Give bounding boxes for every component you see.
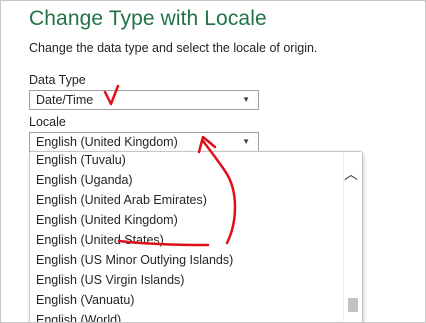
chevron-down-icon: ▼ bbox=[242, 137, 250, 146]
list-item[interactable]: English (Vanuatu) bbox=[30, 290, 342, 310]
dialog-description: Change the data type and select the loca… bbox=[29, 41, 318, 55]
list-item[interactable]: English (World) bbox=[30, 310, 342, 322]
data-type-value: Date/Time bbox=[36, 93, 94, 107]
locale-select[interactable]: English (United Kingdom) ▼ bbox=[29, 132, 259, 152]
dialog-title: Change Type with Locale bbox=[29, 7, 267, 30]
locale-options: English (Tuvalu) English (Uganda) Englis… bbox=[30, 152, 342, 322]
list-item[interactable]: English (Tuvalu) bbox=[30, 152, 342, 170]
list-item[interactable]: English (US Minor Outlying Islands) bbox=[30, 250, 342, 270]
change-type-dialog: Change Type with Locale Change the data … bbox=[0, 0, 426, 323]
chevron-down-icon: ▼ bbox=[242, 95, 250, 104]
scrollbar[interactable]: ︿ bbox=[343, 152, 362, 322]
locale-label: Locale bbox=[29, 115, 66, 129]
scrollbar-thumb[interactable] bbox=[348, 298, 358, 312]
locale-value: English (United Kingdom) bbox=[36, 135, 178, 149]
list-item[interactable]: English (US Virgin Islands) bbox=[30, 270, 342, 290]
locale-dropdown-list: English (Tuvalu) English (Uganda) Englis… bbox=[29, 151, 363, 322]
chevron-up-icon[interactable]: ︿ bbox=[344, 164, 358, 184]
list-item[interactable]: English (United Kingdom) bbox=[30, 210, 342, 230]
list-item[interactable]: English (Uganda) bbox=[30, 170, 342, 190]
list-item[interactable]: English (United Arab Emirates) bbox=[30, 190, 342, 210]
data-type-select[interactable]: Date/Time ▼ bbox=[29, 90, 259, 110]
data-type-label: Data Type bbox=[29, 73, 86, 87]
list-item[interactable]: English (United States) bbox=[30, 230, 342, 250]
